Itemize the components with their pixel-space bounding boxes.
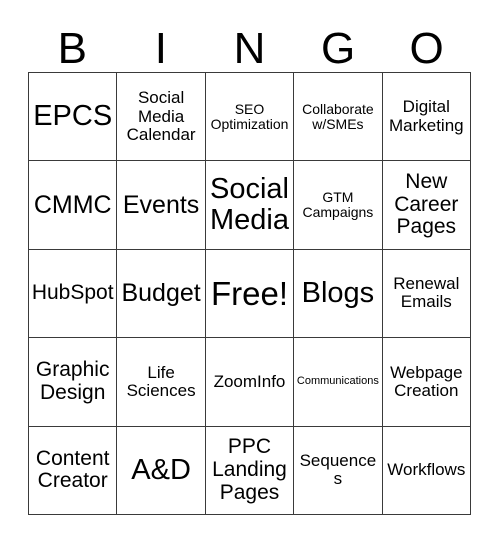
bingo-cell-label: Digital Marketing — [388, 97, 464, 135]
bingo-cell-label: Renewal Emails — [393, 274, 460, 312]
bingo-cell-label: New Career Pages — [394, 170, 459, 239]
bingo-header-letter-n: N — [233, 24, 266, 73]
bingo-cell-label: Life Sciences — [126, 362, 196, 400]
bingo-cell-label: Communications — [296, 374, 379, 387]
bingo-cell-i1[interactable]: Social Media Calendar — [117, 73, 206, 162]
bingo-cell-free-space[interactable]: Free! — [205, 249, 295, 339]
bingo-cell-i5[interactable]: A&D — [117, 426, 206, 515]
bingo-cell-n1[interactable]: SEO Optimization — [205, 73, 295, 162]
bingo-cell-label: Collaborate w/SMEs — [302, 100, 374, 132]
bingo-cell-label: SEO Optimization — [210, 100, 289, 132]
bingo-cell-g3[interactable]: Blogs — [294, 249, 383, 339]
bingo-cell-n5[interactable]: PPC Landing Pages — [205, 426, 295, 515]
bingo-grid: EPCS Social Media Calendar SEO Optimizat… — [28, 72, 471, 515]
bingo-cell-g5[interactable]: Sequences — [294, 426, 383, 515]
bingo-header-row: B I N G O — [28, 18, 471, 72]
bingo-cell-i4[interactable]: Life Sciences — [117, 338, 206, 427]
bingo-cell-g2[interactable]: GTM Campaigns — [294, 161, 383, 250]
bingo-cell-o2[interactable]: New Career Pages — [382, 161, 471, 250]
bingo-cell-label: Events — [122, 190, 200, 219]
bingo-header-letter-b: B — [57, 24, 87, 73]
bingo-cell-o1[interactable]: Digital Marketing — [382, 73, 471, 162]
bingo-header-letter-o: O — [409, 24, 444, 73]
bingo-cell-g4[interactable]: Communications — [294, 338, 383, 427]
bingo-cell-label: PPC Landing Pages — [212, 435, 287, 504]
bingo-card: B I N G O EPCS Social Media Calendar SEO… — [0, 0, 500, 544]
bingo-cell-label: GTM Campaigns — [302, 188, 374, 221]
bingo-cell-label: HubSpot — [31, 281, 114, 305]
bingo-cell-n4[interactable]: ZoomInfo — [205, 338, 295, 427]
bingo-cell-o5[interactable]: Workflows — [382, 426, 471, 515]
bingo-header-letter-i: I — [154, 24, 167, 73]
bingo-cell-b2[interactable]: CMMC — [29, 161, 118, 250]
bingo-cell-label: Webpage Creation — [390, 362, 463, 400]
bingo-cell-label: Content Creator — [35, 446, 110, 493]
bingo-cell-label: Social Media — [209, 172, 289, 237]
bingo-cell-o3[interactable]: Renewal Emails — [382, 249, 471, 339]
bingo-cell-label: Sequences — [299, 450, 377, 489]
bingo-cell-label: CMMC — [33, 190, 112, 219]
bingo-cell-label: A&D — [131, 453, 191, 486]
bingo-cell-g1[interactable]: Collaborate w/SMEs — [294, 73, 383, 162]
bingo-header-letter-g: G — [320, 24, 356, 73]
bingo-cell-b5[interactable]: Content Creator — [29, 426, 118, 515]
bingo-cell-label: Blogs — [301, 276, 375, 309]
bingo-cell-label: ZoomInfo — [213, 371, 286, 391]
bingo-cell-n2[interactable]: Social Media — [205, 161, 295, 250]
bingo-cell-label: Social Media Calendar — [126, 88, 196, 144]
bingo-cell-label: Graphic Design — [35, 358, 110, 404]
bingo-cell-b3[interactable]: HubSpot — [29, 249, 118, 339]
bingo-cell-i2[interactable]: Events — [117, 161, 206, 250]
bingo-cell-b1[interactable]: EPCS — [29, 73, 118, 162]
bingo-cell-label: Workflows — [387, 460, 466, 480]
bingo-cell-label: Free! — [210, 274, 288, 312]
bingo-cell-o4[interactable]: Webpage Creation — [382, 338, 471, 427]
bingo-cell-label: Budget — [121, 278, 201, 307]
bingo-cell-b4[interactable]: Graphic Design — [29, 338, 118, 427]
bingo-cell-label: EPCS — [33, 100, 113, 133]
bingo-cell-i3[interactable]: Budget — [117, 249, 206, 339]
